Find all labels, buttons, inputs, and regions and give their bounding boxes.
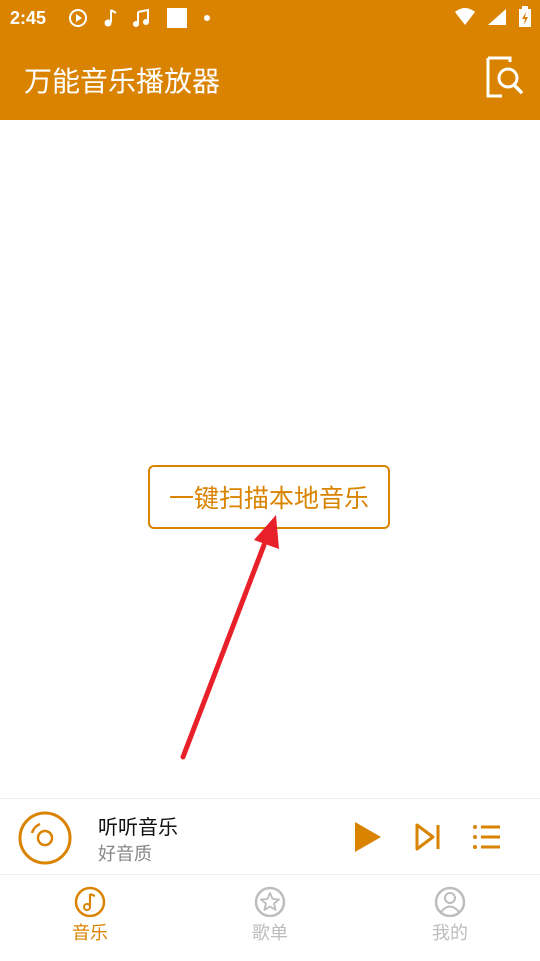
app-bar: 万能音乐播放器 [0,36,540,120]
music-disc-icon [74,886,106,917]
nav-item-mine[interactable]: 我的 [360,875,540,961]
square-icon [167,8,187,28]
signal-icon [488,9,506,25]
play-circle-icon [69,9,87,27]
play-button[interactable] [352,819,384,855]
nav-label-music: 音乐 [72,923,108,944]
status-icons-right [454,6,532,28]
nav-item-playlist[interactable]: 歌单 [180,875,360,961]
status-bar: 2:45 [0,0,540,36]
mini-player[interactable]: 听听音乐 好音质 [0,798,540,875]
status-time: 2:45 [10,8,47,28]
app-title: 万能音乐播放器 [24,65,221,98]
status-icons-left [68,7,212,29]
bottom-navigation: 音乐 歌单 我的 [0,874,540,961]
nav-label-playlist: 歌单 [252,923,288,944]
wifi-icon [455,8,475,25]
playlist-button[interactable] [472,823,502,851]
music-note-icon [104,9,117,27]
battery-icon [519,6,531,27]
player-title: 听听音乐 [98,815,178,839]
nav-item-music[interactable]: 音乐 [0,875,180,961]
music-notes-icon [133,8,149,27]
search-file-icon[interactable] [484,56,524,100]
star-circle-icon [254,886,286,917]
user-circle-icon [434,886,466,917]
next-track-button[interactable] [414,821,442,853]
scan-local-music-button[interactable]: 一键扫描本地音乐 [148,465,390,529]
dot-icon [204,15,210,21]
disc-icon[interactable] [18,811,72,865]
player-subtitle: 好音质 [98,844,152,865]
nav-label-mine: 我的 [432,923,468,944]
scan-button-label: 一键扫描本地音乐 [168,484,369,513]
